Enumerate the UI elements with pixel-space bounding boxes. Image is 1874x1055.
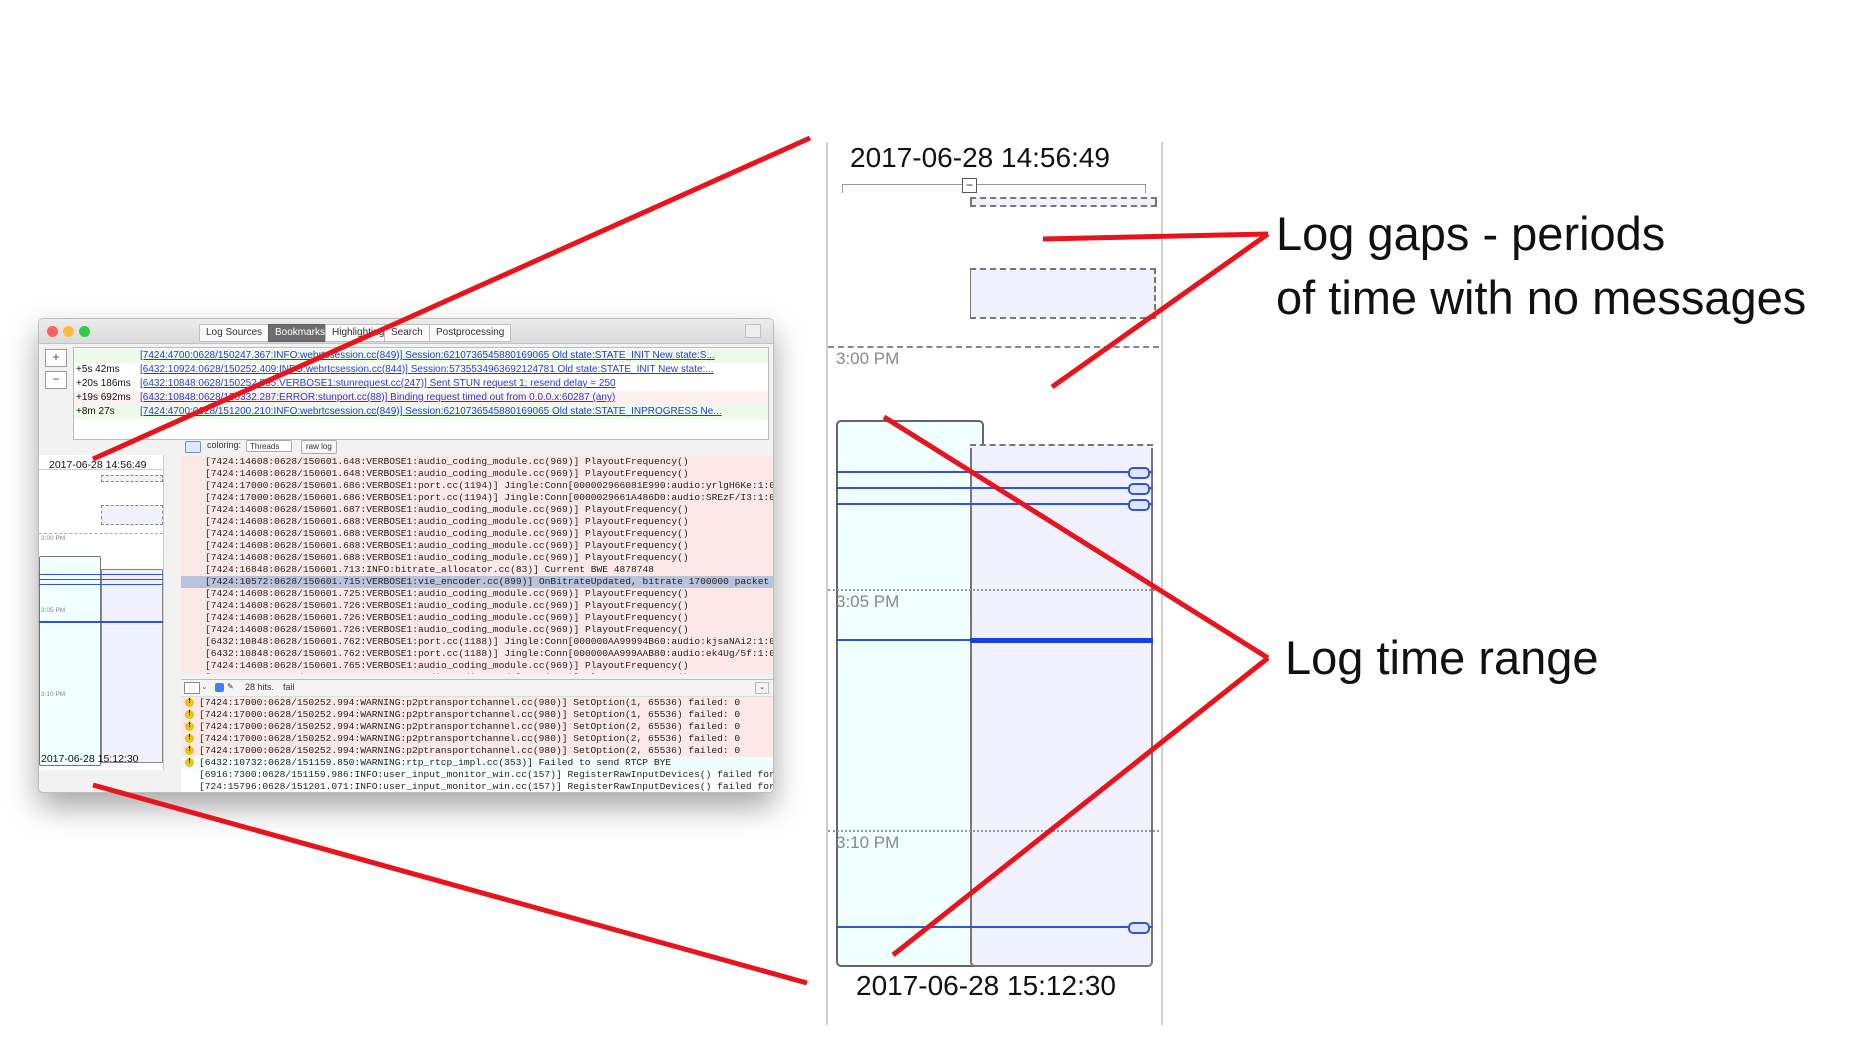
zoom-connector-line bbox=[92, 782, 808, 986]
annotation-arrows bbox=[91, 135, 1270, 986]
annotation-gaps-line2: of time with no messages bbox=[1276, 271, 1807, 324]
annotation-gaps-line1: Log gaps - periods bbox=[1276, 207, 1666, 260]
range-pointer-line bbox=[891, 656, 1270, 957]
range-pointer-line bbox=[882, 414, 1270, 661]
annotation-range: Log time range bbox=[1285, 631, 1599, 684]
gap-pointer-line bbox=[1050, 231, 1270, 390]
gap-pointer-line bbox=[1042, 231, 1269, 242]
zoom-connector-line bbox=[91, 135, 812, 462]
